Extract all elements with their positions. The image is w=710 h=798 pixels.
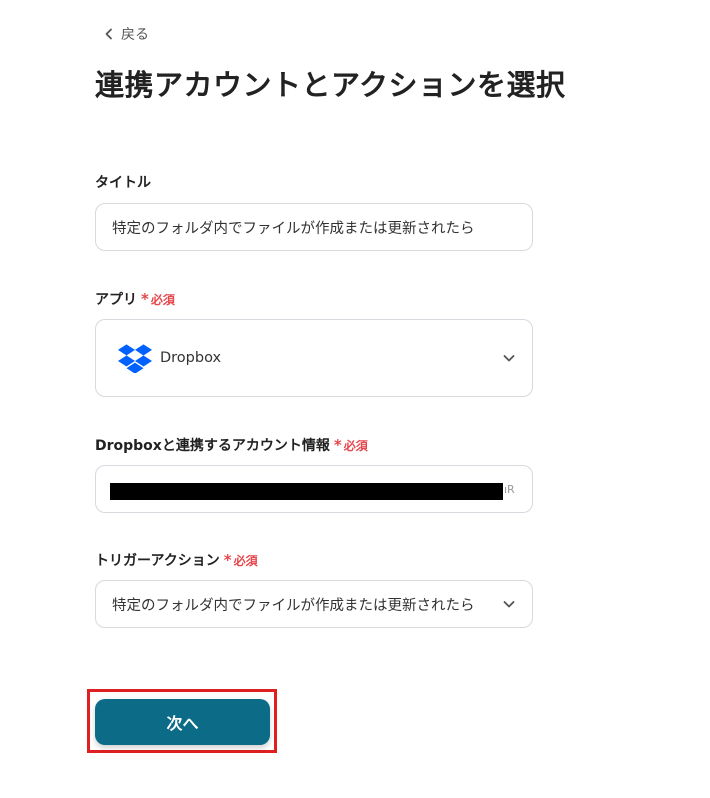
app-field-label-text: アプリ — [95, 292, 137, 308]
app-select-value: Dropbox — [160, 350, 222, 366]
next-button[interactable]: 次へ — [95, 699, 270, 745]
page: 戻る 連携アカウントとアクションを選択 タイトル 特定のフォルダ内でファイルが作… — [0, 0, 710, 798]
app-select[interactable]: Dropbox — [95, 319, 533, 397]
title-field-label: タイトル — [95, 172, 151, 192]
title-input-value: 特定のフォルダ内でファイルが作成または更新されたら — [112, 220, 475, 237]
required-asterisk-icon: * — [223, 550, 232, 569]
app-field-label: アプリ * 必須 — [95, 289, 175, 309]
chevron-down-icon — [503, 355, 515, 362]
required-text: 必須 — [150, 292, 175, 307]
redacted-account-value — [110, 483, 503, 500]
trigger-select-value: 特定のフォルダ内でファイルが作成または更新されたら — [112, 597, 475, 614]
back-link[interactable]: 戻る — [103, 24, 149, 44]
next-button-label: 次へ — [166, 714, 199, 733]
title-field-label-text: タイトル — [95, 175, 151, 191]
account-value-tail: ıR — [504, 483, 515, 496]
trigger-field-label: トリガーアクション * 必須 — [95, 550, 258, 570]
required-text: 必須 — [343, 438, 368, 453]
page-title: 連携アカウントとアクションを選択 — [95, 68, 566, 102]
trigger-select[interactable]: 特定のフォルダ内でファイルが作成または更新されたら — [95, 580, 533, 628]
chevron-left-icon — [105, 28, 112, 40]
account-select[interactable]: ıR — [95, 465, 533, 513]
back-label: 戻る — [121, 27, 149, 43]
title-input[interactable]: 特定のフォルダ内でファイルが作成または更新されたら — [95, 203, 533, 251]
account-field-label: Dropboxと連携するアカウント情報 * 必須 — [95, 435, 368, 455]
trigger-field-label-text: トリガーアクション — [95, 553, 220, 569]
required-badge: * 必須 — [334, 437, 368, 454]
account-field-label-text: Dropboxと連携するアカウント情報 — [95, 438, 330, 454]
required-badge: * 必須 — [224, 552, 258, 569]
chevron-down-icon — [503, 601, 515, 608]
required-asterisk-icon: * — [333, 435, 342, 454]
required-asterisk-icon: * — [141, 289, 149, 308]
dropbox-icon — [118, 344, 152, 373]
required-text: 必須 — [233, 553, 258, 568]
required-badge: * 必須 — [141, 291, 175, 308]
